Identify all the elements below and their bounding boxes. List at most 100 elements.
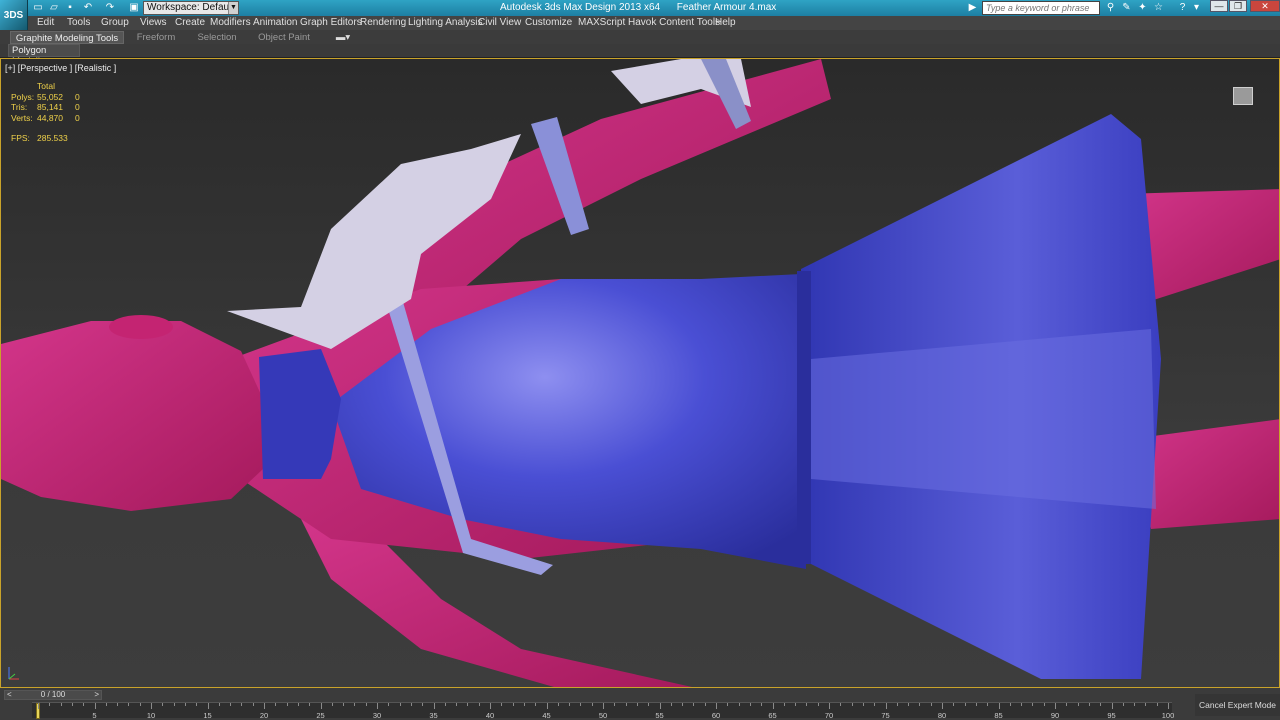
- workspace-dropdown[interactable]: Workspace: Default ▼: [143, 1, 239, 15]
- ribbon-options-icon[interactable]: ▬▾: [333, 31, 353, 44]
- viewcube-icon[interactable]: [1233, 87, 1253, 105]
- timeline-tick-label: 10: [146, 711, 156, 720]
- polygon-modeling-button[interactable]: Polygon Modeling: [8, 44, 80, 67]
- project-folder-icon[interactable]: ▣: [128, 2, 140, 14]
- timeline-tick: [286, 703, 288, 706]
- timeline-tick: [783, 703, 785, 706]
- axis-tripod-icon: [8, 667, 19, 680]
- timeline-tick: [614, 703, 616, 706]
- tab-selection[interactable]: Selection: [192, 31, 242, 44]
- statistics-overlay: Total Polys: 55,052 0 Tris: 85,141 0 Verts: 4…: [11, 81, 85, 144]
- chevron-down-icon[interactable]: ▼: [228, 2, 238, 14]
- menu-modifiers[interactable]: Modifiers: [210, 16, 251, 30]
- communication-icon[interactable]: ✦: [1136, 2, 1149, 14]
- menu-bar: Edit Tools Group Views Create Modifiers …: [28, 16, 1280, 30]
- menu-tools[interactable]: Tools: [67, 16, 90, 30]
- timeline-tick: [252, 703, 254, 706]
- favorites-icon[interactable]: ☆: [1152, 2, 1165, 14]
- new-file-icon[interactable]: ▭: [32, 2, 44, 14]
- undo-icon[interactable]: ↶: [82, 2, 94, 14]
- timeline-tick: [1111, 703, 1113, 709]
- open-file-icon[interactable]: ▱: [48, 2, 60, 14]
- help-dropdown-icon[interactable]: ▾: [1190, 2, 1203, 14]
- subscription-icon[interactable]: ✎: [1120, 2, 1133, 14]
- menu-rendering[interactable]: Rendering: [360, 16, 406, 30]
- help-icon[interactable]: ?: [1176, 2, 1189, 14]
- stats-total: 85,141: [37, 102, 63, 112]
- timeline-tick: [693, 703, 695, 706]
- search-input[interactable]: Type a keyword or phrase: [982, 1, 1100, 15]
- menu-animation[interactable]: Animation: [253, 16, 297, 30]
- timeline-tick: [569, 703, 571, 706]
- timeline-tick: [71, 703, 73, 706]
- menu-group[interactable]: Group: [101, 16, 129, 30]
- timeline-tick: [128, 703, 130, 706]
- chevron-right-icon[interactable]: >: [94, 691, 99, 699]
- timeline-tick: [320, 703, 322, 709]
- menu-help[interactable]: Help: [715, 16, 736, 30]
- timeline-tick: [1088, 703, 1090, 706]
- timeline-tick: [1043, 703, 1045, 706]
- scene-render[interactable]: [1, 59, 1280, 688]
- timeline-tick: [1156, 703, 1158, 706]
- timeline-tick: [862, 703, 864, 706]
- timeline-tick-label: 95: [1107, 711, 1116, 720]
- timeline-tick-label: 45: [542, 711, 551, 720]
- app-logo-label: 3DS: [3, 9, 24, 21]
- timeline-tick: [422, 703, 424, 706]
- menu-maxscript[interactable]: MAXScript: [578, 16, 625, 30]
- stats-total: 55,052: [37, 91, 63, 102]
- timeline-tick: [309, 703, 311, 706]
- time-slider[interactable]: < 0 / 100 >: [4, 690, 102, 700]
- tab-object-paint[interactable]: Object Paint: [254, 31, 314, 44]
- arrow-right-icon[interactable]: ▶: [966, 2, 979, 14]
- binoculars-icon[interactable]: ⚲: [1104, 2, 1117, 14]
- timeline-tick-label: 70: [824, 711, 834, 720]
- chevron-left-icon[interactable]: <: [7, 691, 12, 699]
- menu-civil-view[interactable]: Civil View: [478, 16, 521, 30]
- timeline-tick: [196, 703, 198, 706]
- timeline-tick: [343, 703, 345, 706]
- stats-selected: 0: [75, 102, 80, 112]
- timeline-tick: [942, 703, 943, 709]
- menu-edit[interactable]: Edit: [37, 16, 54, 30]
- menu-create[interactable]: Create: [175, 16, 205, 30]
- close-button[interactable]: ✕: [1250, 0, 1280, 12]
- viewport-label[interactable]: [+] [Perspective ] [Realistic ]: [5, 63, 116, 73]
- timeline-tick-label: 20: [259, 711, 269, 720]
- timeline-tick: [761, 703, 763, 706]
- timeline-tick: [682, 703, 684, 706]
- timeline-tick: [456, 703, 458, 706]
- timeline-tick: [964, 703, 966, 706]
- timeline-tick-label: 75: [881, 711, 890, 720]
- redo-icon[interactable]: ↷: [104, 2, 116, 14]
- timeline-tick: [749, 703, 751, 706]
- timeline-tick: [885, 703, 887, 709]
- waist-band: [797, 271, 811, 564]
- save-icon[interactable]: ▪: [64, 2, 76, 14]
- timeline-tick: [1021, 703, 1023, 706]
- tab-freeform[interactable]: Freeform: [132, 31, 180, 44]
- minimize-button[interactable]: —: [1210, 0, 1228, 12]
- timeline-tick: [930, 703, 932, 706]
- timeline-tick: [399, 703, 401, 706]
- workspace-label: Workspace: Default: [147, 2, 235, 13]
- timeline-tick: [1009, 703, 1011, 706]
- app-logo-button[interactable]: 3DS: [0, 0, 28, 30]
- track-bar[interactable]: 5 10 15 20 25 30 35 40 45 50 55 60 65 70 75 80 85 90 95 100: [32, 702, 1174, 720]
- maximize-button[interactable]: ❐: [1229, 0, 1247, 12]
- menu-views[interactable]: Views: [140, 16, 167, 30]
- timeline-tick-label: 35: [429, 711, 438, 720]
- fps-value: 285.533: [37, 133, 68, 143]
- menu-customize[interactable]: Customize: [525, 16, 572, 30]
- menu-havok-content-tools[interactable]: Havok Content Tools: [628, 16, 720, 30]
- tab-graphite-modeling-tools[interactable]: Graphite Modeling Tools: [10, 31, 124, 44]
- window-title: Autodesk 3ds Max Design 2013 x64 Feather…: [500, 2, 777, 13]
- menu-graph-editors[interactable]: Graph Editors: [300, 16, 362, 30]
- stats-key: Polys:: [11, 91, 35, 102]
- timeline-tick: [365, 703, 367, 706]
- perspective-viewport[interactable]: [+] [Perspective ] [Realistic ] Total Po…: [0, 58, 1280, 688]
- timeline-tick: [467, 703, 469, 706]
- cancel-expert-mode-button[interactable]: Cancel Expert Mode: [1195, 694, 1280, 716]
- menu-lighting-analysis[interactable]: Lighting Analysis: [408, 16, 483, 30]
